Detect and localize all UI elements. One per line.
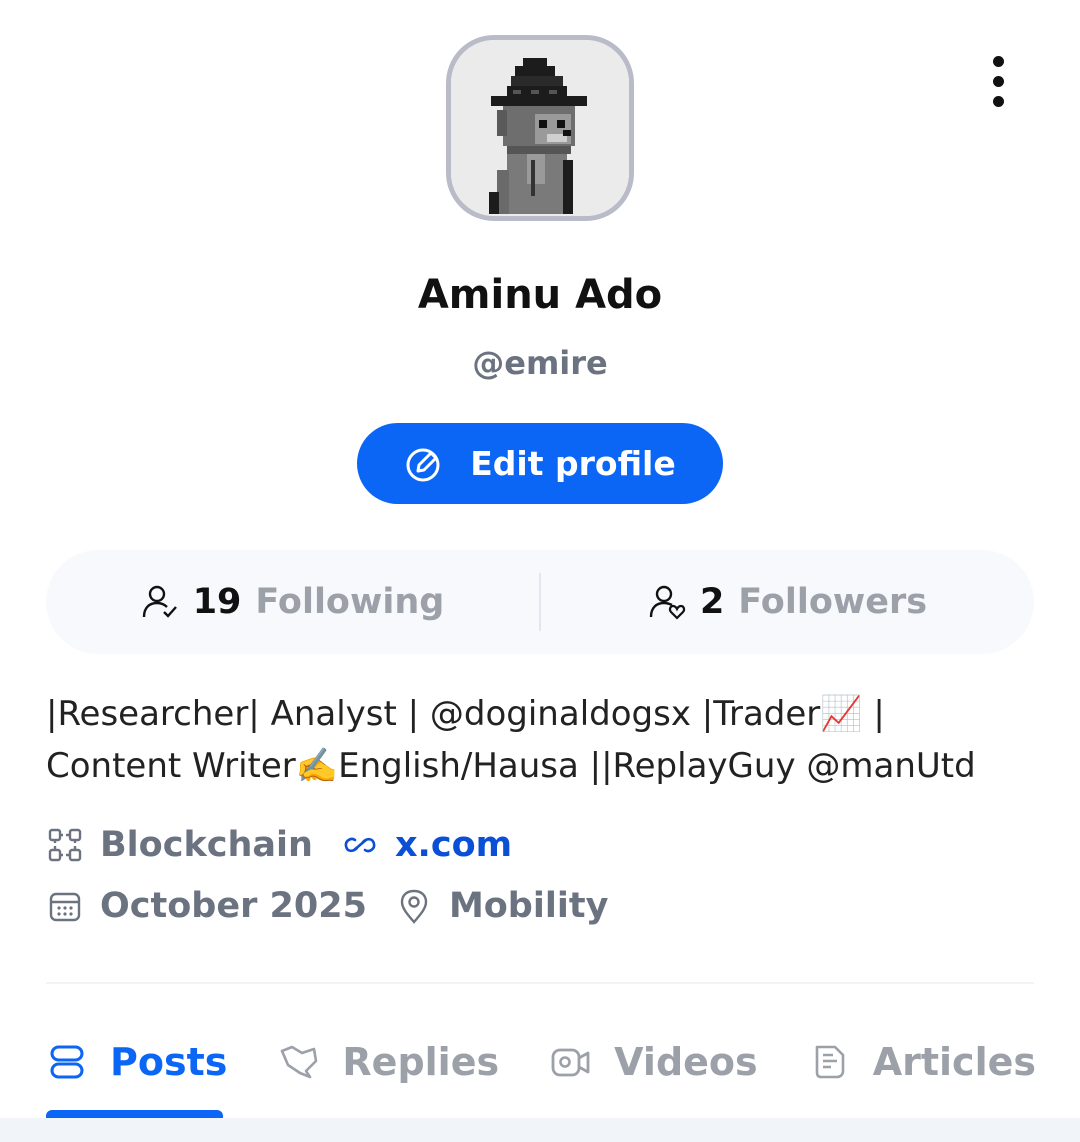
reply-icon (281, 1045, 318, 1079)
tab-articles-label: Articles (872, 1040, 1036, 1084)
location-text: Mobility (448, 886, 609, 926)
joined-item: October 2025 (46, 886, 367, 926)
section-divider (46, 982, 1034, 984)
tab-posts-label: Posts (110, 1040, 228, 1084)
followers-count: 2 (699, 582, 725, 622)
joined-date: October 2025 (100, 886, 367, 926)
location-pin-icon (400, 889, 428, 924)
edit-profile-label: Edit profile (470, 444, 676, 483)
profile-bio: |Researcher| Analyst | @doginaldogsx |Tr… (46, 688, 1046, 792)
pixel-wizard-dog-avatar (451, 40, 629, 216)
following-stat[interactable]: 19 Following (46, 582, 539, 622)
location-item: Mobility (395, 886, 608, 926)
followers-stat[interactable]: 2 Followers (541, 582, 1034, 622)
more-vertical-icon (992, 55, 1004, 67)
more-vertical-icon-dot (992, 75, 1004, 87)
category-text: Blockchain (100, 825, 313, 865)
content-area-edge (0, 1118, 1080, 1142)
user-heart-icon (649, 585, 686, 620)
posts-icon (50, 1045, 84, 1079)
tab-videos[interactable]: Videos (550, 1030, 758, 1094)
category-item: Blockchain (46, 825, 313, 865)
profile-meta-row: October 2025 Mobility (46, 886, 636, 926)
article-icon (815, 1045, 845, 1079)
follow-stats-bar: 19 Following 2 Followers (46, 550, 1034, 654)
calendar-icon (49, 892, 81, 922)
website-link[interactable]: x.com (395, 825, 512, 865)
user-check-icon (142, 585, 177, 618)
avatar[interactable] (446, 35, 634, 221)
tab-replies-label: Replies (342, 1040, 500, 1084)
tab-articles[interactable]: Articles (809, 1030, 1036, 1094)
profile-meta-row: Blockchain x.com (46, 825, 540, 865)
video-icon (551, 1048, 590, 1077)
following-label: Following (255, 582, 445, 622)
website-item[interactable]: x.com (341, 825, 512, 865)
more-options-button[interactable] (972, 52, 1024, 110)
edit-profile-button[interactable]: Edit profile (357, 423, 723, 504)
profile-tabs: Posts Replies Videos Articles (46, 1030, 1036, 1094)
bio-line-2: Content Writer✍️English/Hausa ||ReplayGu… (46, 746, 976, 786)
tab-replies[interactable]: Replies (278, 1030, 499, 1094)
username-handle: @emire (472, 344, 608, 382)
bio-line-1: |Researcher| Analyst | @doginaldogsx |Tr… (46, 694, 885, 734)
link-icon (344, 837, 376, 853)
following-count: 19 (192, 582, 242, 622)
more-vertical-icon-dot (992, 95, 1004, 107)
tab-videos-label: Videos (614, 1040, 758, 1084)
display-name: Aminu Ado (417, 272, 663, 318)
blockchain-icon (48, 828, 82, 862)
followers-label: Followers (738, 582, 928, 622)
tab-posts[interactable]: Posts (46, 1030, 227, 1094)
edit-pencil-icon (406, 448, 440, 481)
